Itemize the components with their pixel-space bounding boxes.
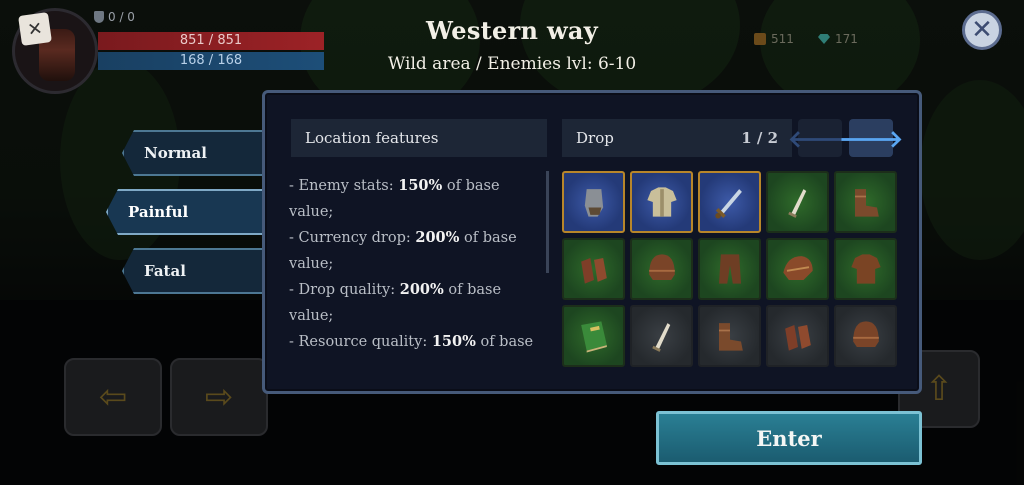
drop-slot[interactable] (834, 305, 897, 367)
difficulty-tab-fatal[interactable]: Fatal (122, 248, 274, 294)
difficulty-tab-painful[interactable]: Painful (106, 189, 278, 235)
drop-slot[interactable] (698, 238, 761, 300)
drop-grid (562, 171, 897, 369)
drop-slot[interactable] (562, 238, 625, 300)
dagger-icon (787, 189, 806, 218)
gauntlet-icon (584, 189, 603, 217)
shoulder-icon (782, 256, 813, 280)
feature-line: - Resource quality: 150% of base (289, 333, 534, 350)
arrow-right-icon: ⇨ (204, 377, 234, 417)
arrow-right-icon: 🡒 (838, 124, 904, 153)
features-scrollbar[interactable] (546, 171, 549, 273)
drop-slot[interactable] (698, 171, 761, 233)
boots-icon (718, 323, 743, 351)
dagger-icon (651, 323, 670, 352)
drop-slot[interactable] (766, 171, 829, 233)
helmet-icon (852, 321, 879, 347)
drop-title: Drop (576, 129, 614, 147)
drop-slot[interactable] (562, 305, 625, 367)
gloves-icon (580, 258, 607, 284)
drop-slot[interactable] (630, 305, 693, 367)
book-icon (580, 321, 607, 353)
drop-slot[interactable] (562, 171, 625, 233)
features-list[interactable]: - Enemy stats: 150% of base value; - Cur… (289, 173, 539, 363)
drop-slot[interactable] (630, 171, 693, 233)
drop-slot[interactable] (698, 305, 761, 367)
boots-icon (854, 189, 879, 217)
move-right-button[interactable]: ⇨ (170, 358, 268, 436)
gloves-icon (784, 325, 811, 351)
feature-line: - Currency drop: 200% of base value; (289, 229, 517, 272)
drop-slot[interactable] (834, 238, 897, 300)
drop-page-indicator: 1 / 2 (741, 129, 778, 147)
shirt-icon (850, 254, 881, 284)
drop-slot[interactable] (766, 305, 829, 367)
location-subtitle: Wild area / Enemies lvl: 6-10 (387, 54, 637, 74)
drop-slot[interactable] (766, 238, 829, 300)
enter-button[interactable]: Enter (656, 411, 922, 465)
features-header: Location features (291, 119, 547, 157)
drop-prev-button[interactable]: 🡐 (788, 119, 852, 157)
tunic-icon (646, 187, 677, 217)
feature-line: - Drop quality: 200% of base value; (289, 281, 502, 324)
sword-icon (714, 189, 742, 219)
difficulty-tab-normal[interactable]: Normal (122, 130, 274, 176)
feature-line: - Enemy stats: 150% of base value; (289, 177, 500, 220)
arrow-up-icon: ⇧ (924, 369, 954, 409)
drop-header: Drop 1 / 2 (562, 119, 792, 157)
location-panel: Location features - Enemy stats: 150% of… (262, 90, 922, 394)
arrow-left-icon: ⇦ (98, 377, 128, 417)
helmet-icon (648, 254, 675, 280)
move-left-button[interactable]: ⇦ (64, 358, 162, 436)
drop-next-button[interactable]: 🡒 (839, 119, 903, 157)
location-title: Western way (425, 16, 599, 45)
pants-icon (718, 254, 741, 284)
drop-slot[interactable] (834, 171, 897, 233)
drop-slot[interactable] (630, 238, 693, 300)
